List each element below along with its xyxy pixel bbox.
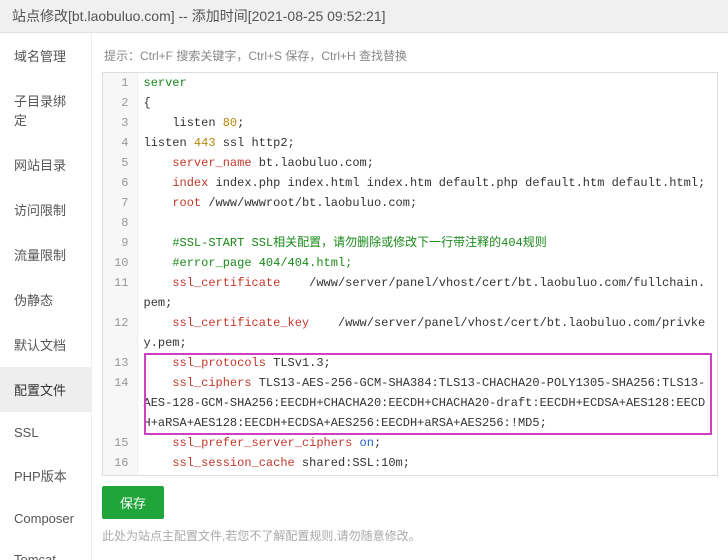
code-line-9: 9 #SSL-START SSL相关配置，请勿删除或修改下一行带注释的404规则: [103, 233, 717, 253]
main-panel: 提示：Ctrl+F 搜索关键字，Ctrl+S 保存，Ctrl+H 查找替换 1s…: [92, 33, 728, 560]
line-code[interactable]: root /www/wwwroot/bt.laobuluo.com;: [137, 193, 717, 213]
sidebar-item-7[interactable]: 配置文件: [0, 367, 91, 412]
sidebar-item-1[interactable]: 子目录绑定: [0, 78, 91, 142]
sidebar-item-3[interactable]: 访问限制: [0, 187, 91, 232]
line-number: 17: [103, 473, 137, 476]
code-line-7: 7 root /www/wwwroot/bt.laobuluo.com;: [103, 193, 717, 213]
sidebar-item-6[interactable]: 默认文档: [0, 322, 91, 367]
sidebar-item-9[interactable]: PHP版本: [0, 453, 91, 498]
code-line-5: 5 server_name bt.laobuluo.com;: [103, 153, 717, 173]
save-button[interactable]: 保存: [102, 486, 164, 519]
line-code[interactable]: #SSL-START SSL相关配置，请勿删除或修改下一行带注释的404规则: [137, 233, 717, 253]
line-number: 7: [103, 193, 137, 213]
line-number: 2: [103, 93, 137, 113]
line-number: 1: [103, 73, 137, 93]
line-code[interactable]: ssl_protocols TLSv1.3;: [137, 353, 717, 373]
line-code[interactable]: ssl_ciphers TLS13-AES-256-GCM-SHA384:TLS…: [137, 373, 717, 433]
line-code[interactable]: ssl_session_cache shared:SSL:10m;: [137, 453, 717, 473]
line-code[interactable]: ssl_certificate /www/server/panel/vhost/…: [137, 273, 717, 313]
line-code[interactable]: #error_page 404/404.html;: [137, 253, 717, 273]
line-number: 16: [103, 453, 137, 473]
window-title: 站点修改[bt.laobuluo.com] -- 添加时间[2021-08-25…: [12, 8, 386, 24]
code-line-3: 3 listen 80;: [103, 113, 717, 133]
code-line-16: 16 ssl_session_cache shared:SSL:10m;: [103, 453, 717, 473]
sidebar-item-4[interactable]: 流量限制: [0, 232, 91, 277]
save-row: 保存: [102, 476, 718, 525]
line-code[interactable]: listen 443 ssl http2;: [137, 133, 717, 153]
code-line-11: 11 ssl_certificate /www/server/panel/vho…: [103, 273, 717, 313]
code-line-6: 6 index index.php index.html index.htm d…: [103, 173, 717, 193]
sidebar-item-10[interactable]: Composer: [0, 498, 91, 539]
main-container: 域名管理子目录绑定网站目录访问限制流量限制伪静态默认文档配置文件SSLPHP版本…: [0, 33, 728, 560]
line-number: 3: [103, 113, 137, 133]
line-number: 15: [103, 433, 137, 453]
footnote: 此处为站点主配置文件,若您不了解配置规则,请勿随意修改。: [102, 525, 718, 552]
line-code[interactable]: server: [137, 73, 717, 93]
code-line-4: 4listen 443 ssl http2;: [103, 133, 717, 153]
line-code[interactable]: ssl_session_timeout 10m;: [137, 473, 717, 476]
code-table: 1server2{3 listen 80;4listen 443 ssl htt…: [103, 73, 717, 476]
line-number: 11: [103, 273, 137, 313]
line-code[interactable]: [137, 213, 717, 233]
sidebar: 域名管理子目录绑定网站目录访问限制流量限制伪静态默认文档配置文件SSLPHP版本…: [0, 33, 92, 560]
sidebar-item-0[interactable]: 域名管理: [0, 33, 91, 78]
sidebar-item-5[interactable]: 伪静态: [0, 277, 91, 322]
hint-text: 提示：Ctrl+F 搜索关键字，Ctrl+S 保存，Ctrl+H 查找替换: [102, 41, 718, 72]
line-number: 4: [103, 133, 137, 153]
line-code[interactable]: server_name bt.laobuluo.com;: [137, 153, 717, 173]
line-number: 12: [103, 313, 137, 353]
sidebar-item-2[interactable]: 网站目录: [0, 142, 91, 187]
code-line-12: 12 ssl_certificate_key /www/server/panel…: [103, 313, 717, 353]
line-code[interactable]: ssl_prefer_server_ciphers on;: [137, 433, 717, 453]
code-line-15: 15 ssl_prefer_server_ciphers on;: [103, 433, 717, 453]
code-line-17: 17 ssl_session_timeout 10m;: [103, 473, 717, 476]
code-line-13: 13 ssl_protocols TLSv1.3;: [103, 353, 717, 373]
line-number: 9: [103, 233, 137, 253]
line-code[interactable]: listen 80;: [137, 113, 717, 133]
line-number: 5: [103, 153, 137, 173]
code-line-1: 1server: [103, 73, 717, 93]
window-header: 站点修改[bt.laobuluo.com] -- 添加时间[2021-08-25…: [0, 0, 728, 33]
code-line-2: 2{: [103, 93, 717, 113]
line-code[interactable]: {: [137, 93, 717, 113]
line-number: 6: [103, 173, 137, 193]
code-line-8: 8: [103, 213, 717, 233]
config-editor[interactable]: 1server2{3 listen 80;4listen 443 ssl htt…: [102, 72, 718, 476]
line-number: 14: [103, 373, 137, 433]
line-code[interactable]: index index.php index.html index.htm def…: [137, 173, 717, 193]
sidebar-item-11[interactable]: Tomcat: [0, 539, 91, 560]
line-number: 13: [103, 353, 137, 373]
line-number: 8: [103, 213, 137, 233]
line-number: 10: [103, 253, 137, 273]
sidebar-item-8[interactable]: SSL: [0, 412, 91, 453]
code-line-10: 10 #error_page 404/404.html;: [103, 253, 717, 273]
code-line-14: 14 ssl_ciphers TLS13-AES-256-GCM-SHA384:…: [103, 373, 717, 433]
line-code[interactable]: ssl_certificate_key /www/server/panel/vh…: [137, 313, 717, 353]
